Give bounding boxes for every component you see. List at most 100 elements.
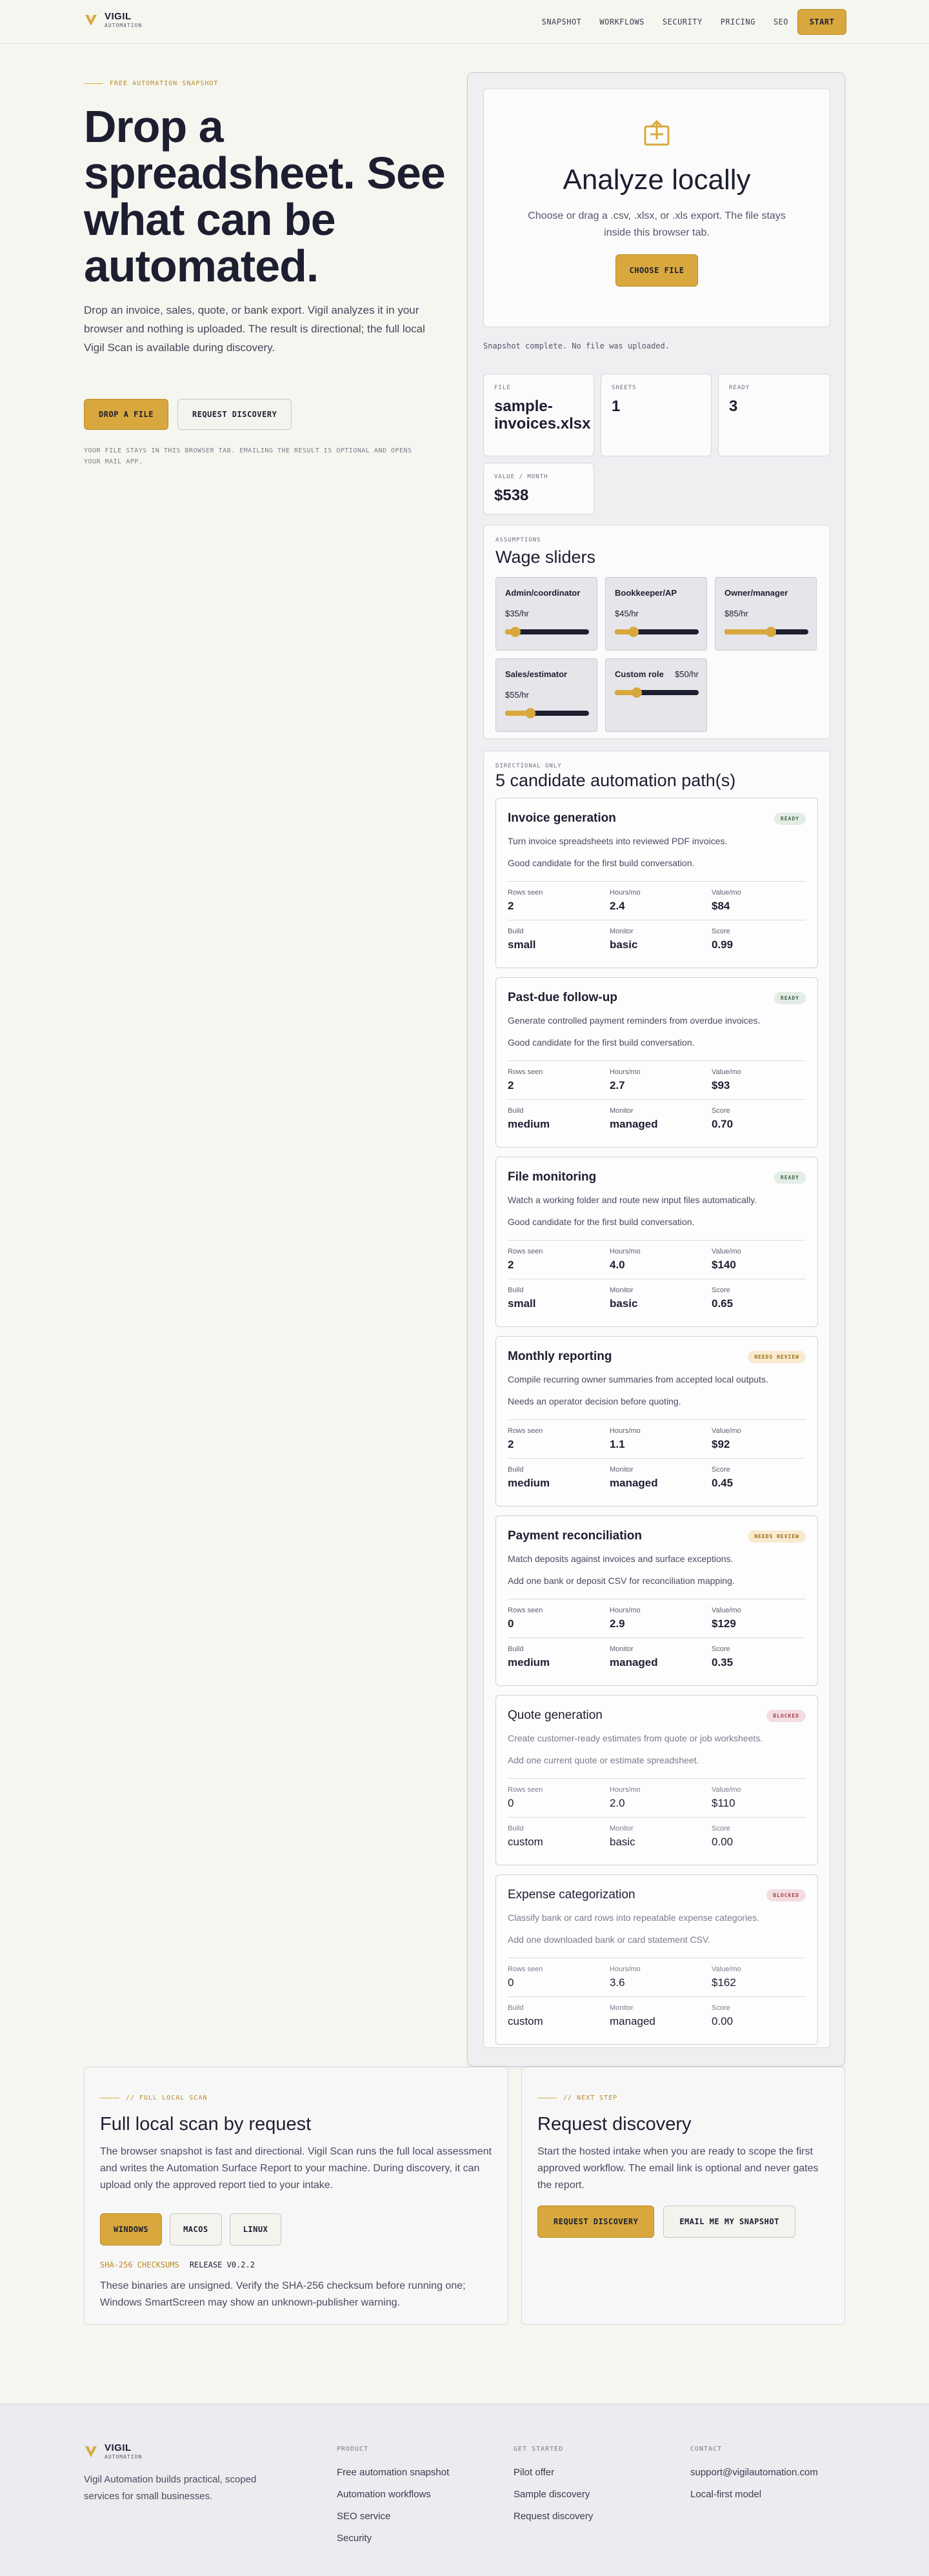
- nav-pricing[interactable]: PRICING: [721, 17, 755, 26]
- metric-label: Hours/mo: [610, 1786, 641, 1794]
- footer-link[interactable]: Sample discovery: [514, 2489, 593, 2500]
- site-footer: VIGIL AUTOMATION Vigil Automation builds…: [0, 2404, 929, 2576]
- brand-logo[interactable]: VIGIL AUTOMATION: [84, 12, 142, 28]
- footer-link[interactable]: Request discovery: [514, 2511, 593, 2522]
- metric-value: 0.35: [712, 1656, 734, 1668]
- next-step-card: // NEXT STEP Request discovery Start the…: [521, 2067, 845, 2325]
- wage-slider-track[interactable]: [615, 627, 699, 637]
- metric-monitor: Monitor basic: [610, 1286, 637, 1310]
- automation-path-card[interactable]: Invoice generation READY Turn invoice spre…: [495, 798, 818, 968]
- directional-label: DIRECTIONAL ONLY: [495, 763, 562, 769]
- metric-value: managed: [610, 2015, 655, 2027]
- download-linux-button[interactable]: LINUX: [229, 2213, 282, 2246]
- automation-path-card[interactable]: Expense categorization BLOCKED Classify ba…: [495, 1874, 818, 2045]
- metric-label: Rows seen: [508, 1427, 543, 1435]
- request-discovery-button[interactable]: REQUEST DISCOVERY: [177, 399, 292, 430]
- drop-file-button[interactable]: DROP A FILE: [84, 399, 168, 430]
- footer-link[interactable]: Free automation snapshot: [337, 2467, 449, 2478]
- divider: [508, 881, 806, 882]
- metric-label: Score: [712, 1466, 730, 1474]
- footer-link[interactable]: Automation workflows: [337, 2489, 449, 2500]
- metric-label: Score: [712, 1286, 730, 1294]
- metric-score: Score 0.00: [712, 1825, 733, 1849]
- wage-slider-rate: $50/hr: [675, 669, 699, 679]
- wage-slider-name: Sales/estimator: [505, 669, 568, 679]
- automation-path-card[interactable]: File monitoring READY Watch a working fold…: [495, 1157, 818, 1327]
- metric-monitor: Monitor managed: [610, 1466, 658, 1490]
- metric-value: medium: [508, 1118, 550, 1130]
- path-description: Watch a working folder and route new inp…: [508, 1195, 757, 1205]
- metric-monitor: Monitor managed: [610, 1645, 658, 1669]
- automation-path-card[interactable]: Payment reconciliation NEEDS REVIEW Match …: [495, 1516, 818, 1686]
- status-badge: BLOCKED: [766, 1710, 806, 1722]
- nav-security[interactable]: SECURITY: [663, 17, 703, 26]
- metric-value: 1.1: [610, 1438, 625, 1450]
- wage-slider-name: Bookkeeper/AP: [615, 588, 677, 598]
- metric-label: Build: [508, 2004, 524, 2012]
- wage-slider: Bookkeeper/AP $45/hr: [605, 577, 707, 651]
- paths-title: 5 candidate automation path(s): [495, 771, 736, 790]
- wage-slider-handle[interactable]: [765, 627, 776, 637]
- wage-slider-handle[interactable]: [631, 687, 642, 698]
- wage-slider: Admin/coordinator $35/hr: [495, 577, 597, 651]
- automation-path-card[interactable]: Monthly reporting NEEDS REVIEW Compile rec…: [495, 1336, 818, 1506]
- metric-label: Build: [508, 1645, 524, 1653]
- stat-sheets-label: SHEETS: [612, 385, 637, 391]
- metric-label: Monitor: [610, 1466, 634, 1474]
- wage-slider-name: Owner/manager: [724, 588, 788, 598]
- wage-slider-track[interactable]: [505, 708, 589, 718]
- divider: [508, 1060, 806, 1061]
- choose-file-button[interactable]: CHOOSE FILE: [615, 254, 698, 287]
- metric-label: Rows seen: [508, 1248, 543, 1255]
- path-note: Good candidate for the first build conve…: [508, 1037, 695, 1048]
- metric-score: Score 0.65: [712, 1286, 733, 1310]
- wage-slider-name: Admin/coordinator: [505, 588, 581, 598]
- wage-slider-handle[interactable]: [628, 627, 639, 637]
- email-snapshot-button[interactable]: EMAIL ME MY SNAPSHOT: [663, 2206, 795, 2238]
- metric-value: Value/mo $93: [712, 1068, 741, 1092]
- metric-label: Rows seen: [508, 1965, 543, 1973]
- wage-sliders-card: ASSUMPTIONS Wage sliders Admin/coordinat…: [483, 525, 830, 739]
- wage-slider-handle[interactable]: [525, 708, 535, 718]
- download-windows-button[interactable]: WINDOWS: [100, 2213, 163, 2246]
- path-note: Add one bank or deposit CSV for reconcil…: [508, 1576, 735, 1586]
- divider: [508, 1778, 806, 1779]
- metric-value: 3.6: [610, 1976, 625, 1989]
- download-macos-button[interactable]: MACOS: [170, 2213, 222, 2246]
- wage-slider-handle[interactable]: [510, 627, 521, 637]
- hero-lead: Drop an invoice, sales, quote, or bank e…: [84, 304, 425, 354]
- status-badge: READY: [774, 813, 806, 825]
- full-scan-eyebrow: // FULL LOCAL SCAN: [100, 2094, 207, 2102]
- wage-slider-track[interactable]: [615, 687, 699, 698]
- metric-monitor: Monitor basic: [610, 928, 637, 951]
- footer-logo[interactable]: VIGIL AUTOMATION: [84, 2443, 142, 2460]
- footer-link[interactable]: Local-first model: [690, 2489, 818, 2500]
- wage-slider-track[interactable]: [505, 627, 589, 637]
- request-discovery-button-lower[interactable]: REQUEST DISCOVERY: [537, 2206, 655, 2238]
- brand-name: VIGIL: [105, 11, 132, 22]
- path-note: Good candidate for the first build conve…: [508, 1217, 695, 1227]
- wage-slider: Sales/estimator $55/hr: [495, 658, 597, 732]
- start-button[interactable]: START: [797, 9, 846, 35]
- nav-snapshot[interactable]: SNAPSHOT: [542, 17, 582, 26]
- file-drop-zone[interactable]: Analyze locally Choose or drag a .csv, .…: [483, 88, 830, 327]
- divider: [508, 1099, 806, 1100]
- footer-link[interactable]: Security: [337, 2533, 449, 2544]
- automation-path-card[interactable]: Past-due follow-up READY Generate controll…: [495, 977, 818, 1148]
- wage-slider-rate: $45/hr: [615, 609, 639, 618]
- automation-path-card[interactable]: Quote generation BLOCKED Create customer-r…: [495, 1695, 818, 1865]
- nav-workflows[interactable]: WORKFLOWS: [599, 17, 644, 26]
- full-scan-card: // FULL LOCAL SCAN Full local scan by re…: [84, 2067, 508, 2325]
- footer-link[interactable]: SEO service: [337, 2511, 449, 2522]
- analyze-description: Choose or drag a .csv, .xlsx, or .xls ex…: [528, 210, 786, 238]
- wage-slider-track[interactable]: [724, 627, 808, 637]
- footer-link[interactable]: support@vigilautomation.com: [690, 2467, 818, 2478]
- metric-value: basic: [610, 1836, 635, 1848]
- wage-slider-rate: $85/hr: [724, 609, 748, 618]
- nav-seo[interactable]: SEO: [774, 17, 788, 26]
- metric-rows: Rows seen 2: [508, 1068, 543, 1092]
- metric-label: Value/mo: [712, 1068, 741, 1076]
- footer-link[interactable]: Pilot offer: [514, 2467, 593, 2478]
- checksums-link[interactable]: SHA-256 CHECKSUMS: [100, 2260, 179, 2269]
- metric-build: Build custom: [508, 2004, 543, 2028]
